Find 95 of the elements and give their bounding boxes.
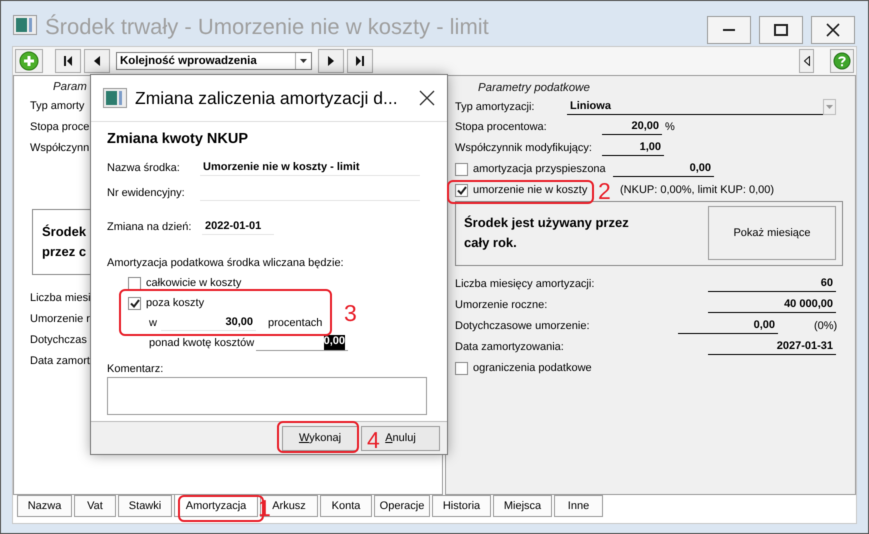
field-label: Liczba miesięcy amortyzacji:: [455, 278, 594, 290]
checkbox[interactable]: [128, 276, 141, 290]
tab[interactable]: Operacje: [374, 495, 430, 518]
first-record-button[interactable]: [55, 48, 81, 73]
rate-field[interactable]: 20,00: [602, 119, 662, 136]
plus-icon: [19, 50, 39, 71]
unit-label: %: [665, 121, 675, 134]
checkbox-label: umorzenie nie w koszty: [473, 184, 588, 196]
dropdown-arrow-icon: [300, 58, 307, 63]
nkup-note: (NKUP: 0,00%, limit KUP: 0,00): [620, 184, 774, 196]
usage-text: przez c: [42, 242, 86, 261]
field-label: w: [149, 317, 157, 329]
close-button[interactable]: [811, 16, 855, 44]
depreciation-type-dropdown[interactable]: Liniowa: [567, 98, 823, 115]
field-label: Dotychczasowe umorzenie:: [455, 320, 590, 332]
window-title: Środek trwały - Umorzenie nie w koszty - limit: [45, 14, 490, 41]
field-label: Stopa procentowa:: [455, 121, 547, 134]
tab[interactable]: Vat: [74, 495, 116, 518]
left-triangle-icon: [94, 56, 100, 66]
first-icon: [64, 56, 72, 66]
usage-text: Środek: [42, 222, 86, 241]
tab[interactable]: Miejsca: [493, 495, 552, 518]
help-button[interactable]: [830, 48, 854, 73]
checkbox[interactable]: [455, 184, 468, 197]
amount-field[interactable]: 0,00: [256, 335, 348, 351]
close-icon: [826, 23, 840, 37]
field-label: Typ amortyzacji:: [455, 100, 534, 113]
field-label: Stopa proce: [30, 121, 90, 134]
add-button[interactable]: [15, 48, 43, 73]
field-label: Nr ewidencyjny:: [107, 186, 185, 198]
section-label: Amortyzacja podatkowa środka wliczana będzie:: [107, 257, 344, 269]
tab[interactable]: Stawki: [118, 495, 172, 518]
field-label: Zmiana na dzień:: [107, 220, 192, 232]
percent-label: (0%): [814, 320, 838, 332]
annotation-number: 2: [598, 179, 611, 203]
accelerated-field[interactable]: 0,00: [613, 161, 714, 178]
checkbox-label: amortyzacja przyspieszona: [473, 163, 606, 176]
field-label: Umorzenie r: [30, 313, 90, 326]
tab[interactable]: Historia: [432, 495, 491, 518]
field-label: Współczynnik modyfikujący:: [455, 142, 592, 154]
show-months-button[interactable]: Pokaż miesiące: [708, 206, 836, 260]
checkbox-label: ograniczenia podatkowe: [473, 362, 592, 374]
field-label: ponad kwotę kosztów: [149, 337, 254, 349]
minimize-icon: [723, 29, 735, 31]
maximize-icon: [774, 24, 788, 36]
checkbox[interactable]: [128, 296, 141, 310]
summary-field: 0,00: [678, 318, 778, 334]
field-label: Dotychczas: [30, 334, 87, 346]
unit-label: procentach: [268, 317, 322, 329]
section-heading: Parametry podatkowe: [478, 82, 590, 94]
tab[interactable]: Nazwa: [17, 495, 72, 518]
previous-record-button[interactable]: [84, 48, 110, 73]
summary-field: 60: [708, 276, 836, 292]
field-label: Współczynn: [30, 142, 90, 154]
field-label: Nazwa środka:: [107, 162, 180, 174]
app-icon: [13, 15, 37, 35]
collapse-button[interactable]: [799, 48, 814, 73]
checkbox-label: poza koszty: [146, 297, 204, 309]
maximize-button[interactable]: [759, 16, 803, 44]
tab[interactable]: Inne: [554, 495, 603, 518]
field-label: Data zamort: [30, 355, 90, 368]
close-icon[interactable]: [419, 90, 435, 106]
field-label: Umorzenie roczne:: [455, 299, 548, 312]
field-label: Liczba miesi: [30, 292, 91, 304]
dialog-title: Zmiana zaliczenia amortyzacji d...: [135, 88, 399, 108]
last-record-button[interactable]: [347, 48, 373, 73]
annotation-number: 3: [344, 301, 357, 325]
annotation-number: 4: [367, 428, 380, 452]
checkbox[interactable]: [455, 162, 468, 176]
right-triangle-icon: [328, 56, 334, 66]
section-heading: Param: [53, 80, 87, 93]
checkbox-label: całkowicie w koszty: [146, 277, 242, 289]
text-field[interactable]: Umorzenie nie w koszty - limit: [200, 160, 420, 176]
help-icon: [833, 52, 851, 70]
left-triangle-icon: [804, 56, 810, 66]
minimize-button[interactable]: [707, 16, 751, 44]
dialog-icon: [103, 88, 127, 108]
summary-field: 2027-01-31: [708, 339, 836, 356]
percent-field[interactable]: 30,00: [161, 315, 256, 331]
date-field[interactable]: 2022-01-01: [202, 218, 274, 234]
summary-field: 40 000,00: [708, 297, 836, 314]
sort-order-dropdown[interactable]: Kolejność wprowadzenia: [116, 52, 312, 70]
usage-text: Środek jest używany przez cały rok.: [464, 214, 630, 252]
confirm-button[interactable]: Wykonaj: [282, 426, 358, 450]
tab[interactable]: Amortyzacja: [174, 495, 258, 518]
last-icon: [356, 56, 364, 66]
field-label: Data zamortyzowania:: [455, 341, 564, 354]
coefficient-field[interactable]: 1,00: [602, 140, 664, 156]
checkbox[interactable]: [455, 362, 468, 375]
comment-label: Komentarz:: [107, 363, 164, 375]
tab[interactable]: Konta: [320, 495, 372, 518]
dialog-heading: Zmiana kwoty NKUP: [107, 131, 248, 147]
field-label: Typ amorty: [30, 100, 84, 112]
comment-field[interactable]: [107, 377, 427, 415]
next-record-button[interactable]: [318, 48, 344, 73]
